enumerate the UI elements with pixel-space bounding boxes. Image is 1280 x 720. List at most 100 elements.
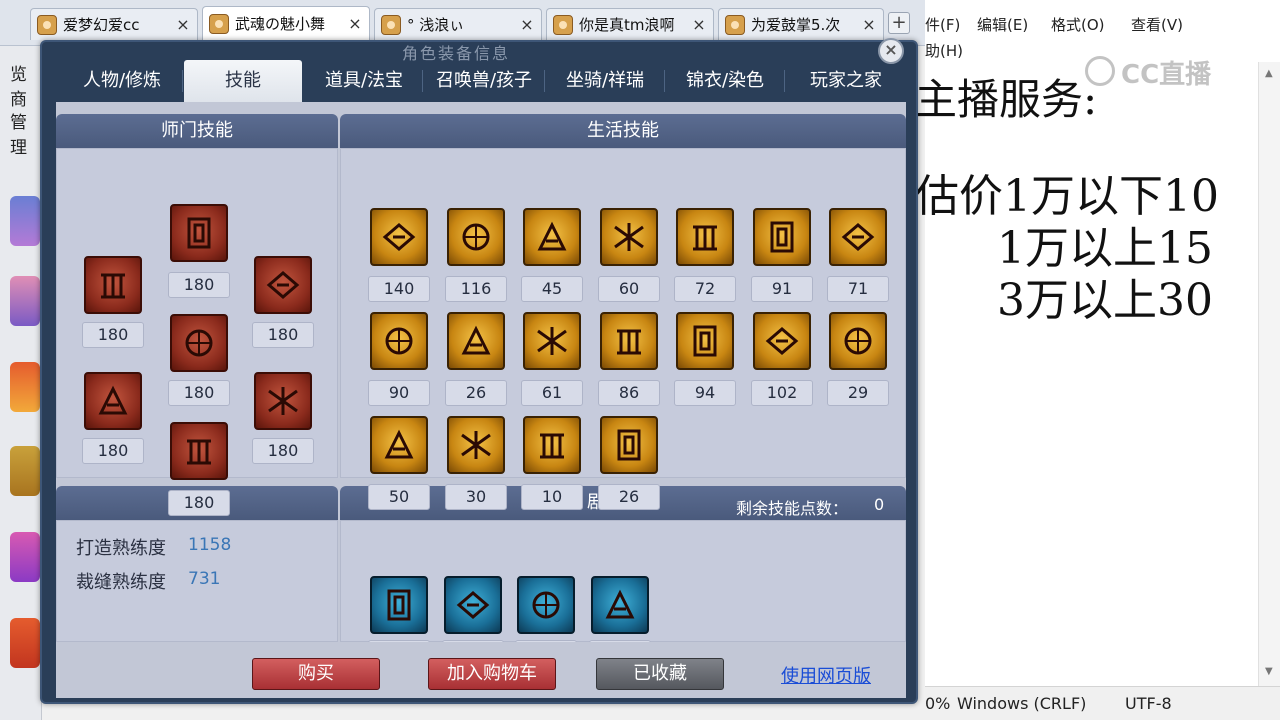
tab-items[interactable]: 道具/法宝 bbox=[306, 60, 422, 102]
stream-watermark: CC直播 bbox=[1085, 52, 1245, 92]
skill-emblem-icon bbox=[770, 221, 794, 253]
life-skill-icon[interactable] bbox=[523, 208, 581, 266]
menu-format[interactable]: 格式(O) bbox=[1051, 14, 1105, 35]
avatar[interactable] bbox=[10, 196, 40, 246]
browser-tab-label: 武魂の魅小舞 bbox=[235, 15, 326, 33]
tab-separator bbox=[664, 70, 665, 92]
skill-emblem-icon bbox=[101, 273, 125, 299]
story-skill-icon[interactable] bbox=[370, 576, 428, 634]
skill-emblem-icon bbox=[456, 591, 490, 619]
tab-pets[interactable]: 召唤兽/孩子 bbox=[424, 60, 544, 102]
browser-tab-5[interactable]: 为爱鼓掌5.次 × bbox=[718, 8, 884, 40]
life-skill-value: 61 bbox=[521, 380, 583, 406]
life-skill-icon[interactable] bbox=[523, 416, 581, 474]
life-skill-value: 90 bbox=[368, 380, 430, 406]
web-version-link[interactable]: 使用网页版 bbox=[781, 662, 871, 688]
dialog-footer: 购买 加入购物车 已收藏 使用网页版 bbox=[56, 642, 906, 698]
skill-emblem-icon bbox=[537, 327, 567, 355]
menu-file[interactable]: 件(F) bbox=[925, 14, 960, 35]
skill-emblem-icon bbox=[532, 591, 560, 619]
encoding: UTF-8 bbox=[1125, 694, 1172, 713]
new-tab-button[interactable]: + bbox=[888, 12, 910, 34]
close-icon[interactable]: × bbox=[175, 15, 191, 34]
life-skill-value: 45 bbox=[521, 276, 583, 302]
buy-button[interactable]: 购买 bbox=[252, 658, 380, 690]
life-skill-icon[interactable] bbox=[600, 416, 658, 474]
life-skill-icon[interactable] bbox=[447, 312, 505, 370]
browser-tab-2[interactable]: 武魂の魅小舞 × bbox=[202, 6, 370, 40]
school-skill-icon[interactable] bbox=[84, 256, 142, 314]
life-skill-icon[interactable] bbox=[829, 208, 887, 266]
school-skill-icon[interactable] bbox=[170, 422, 228, 480]
story-skill-icon[interactable] bbox=[517, 576, 575, 634]
life-skill-value: 140 bbox=[368, 276, 430, 302]
browser-tab-1[interactable]: 爱梦幻爱cc × bbox=[30, 8, 198, 40]
school-skill-icon[interactable] bbox=[170, 314, 228, 372]
life-skill-icon[interactable] bbox=[370, 208, 428, 266]
life-skill-value: 26 bbox=[598, 484, 660, 510]
avatar[interactable] bbox=[10, 276, 40, 326]
zoom-level: 0% bbox=[925, 694, 951, 713]
life-skill-icon[interactable] bbox=[523, 312, 581, 370]
skill-emblem-icon bbox=[605, 589, 635, 619]
school-skill-icon[interactable] bbox=[170, 204, 228, 262]
tab-mounts[interactable]: 坐骑/祥瑞 bbox=[546, 60, 664, 102]
school-skill-icon[interactable] bbox=[254, 372, 312, 430]
scroll-down-icon[interactable]: ▼ bbox=[1265, 666, 1273, 677]
life-skill-icon[interactable] bbox=[600, 312, 658, 370]
tab-separator bbox=[544, 70, 545, 92]
character-avatar-icon bbox=[381, 14, 401, 35]
scroll-up-icon[interactable]: ▲ bbox=[1265, 68, 1273, 79]
life-skill-icon[interactable] bbox=[829, 312, 887, 370]
background-app-strip: 览商 管理 bbox=[0, 46, 42, 720]
skill-emblem-icon bbox=[617, 429, 641, 461]
browser-tab-4[interactable]: 你是真tm浪啊 × bbox=[546, 8, 714, 40]
life-skill-icon[interactable] bbox=[753, 208, 811, 266]
story-skill-icon[interactable] bbox=[591, 576, 649, 634]
skill-emblem-icon bbox=[693, 225, 717, 251]
life-skill-value: 86 bbox=[598, 380, 660, 406]
character-avatar-icon bbox=[725, 14, 745, 35]
life-skill-icon[interactable] bbox=[753, 312, 811, 370]
school-skill-icon[interactable] bbox=[84, 372, 142, 430]
menu-edit[interactable]: 编辑(E) bbox=[977, 14, 1028, 35]
close-icon[interactable]: × bbox=[691, 15, 707, 34]
school-skill-icon[interactable] bbox=[254, 256, 312, 314]
life-skill-icon[interactable] bbox=[676, 312, 734, 370]
vertical-scrollbar[interactable]: ▲ ▼ bbox=[1258, 62, 1280, 686]
avatar[interactable] bbox=[10, 446, 40, 496]
life-skill-icon[interactable] bbox=[370, 416, 428, 474]
close-icon[interactable]: × bbox=[347, 14, 363, 33]
character-avatar-icon bbox=[209, 13, 229, 34]
menu-view[interactable]: 查看(V) bbox=[1131, 14, 1183, 35]
life-skill-icon[interactable] bbox=[447, 208, 505, 266]
tab-character[interactable]: 人物/修炼 bbox=[64, 60, 180, 102]
story-skill-icon[interactable] bbox=[444, 576, 502, 634]
browser-tab-3[interactable]: ° 浅浪ぃ × bbox=[374, 8, 542, 40]
tab-home[interactable]: 玩家之家 bbox=[786, 60, 906, 102]
skill-emblem-icon bbox=[187, 439, 211, 465]
skill-emblem-icon bbox=[461, 325, 491, 355]
character-avatar-icon bbox=[553, 14, 573, 35]
favorited-button[interactable]: 已收藏 bbox=[596, 658, 724, 690]
life-skill-icon[interactable] bbox=[370, 312, 428, 370]
menu-help[interactable]: 助(H) bbox=[925, 40, 963, 61]
life-skill-icon[interactable] bbox=[447, 416, 505, 474]
life-skill-icon[interactable] bbox=[600, 208, 658, 266]
close-icon[interactable]: × bbox=[519, 15, 535, 34]
tailoring-value: 731 bbox=[188, 569, 221, 589]
close-icon[interactable]: × bbox=[861, 15, 877, 34]
life-skills-header: 生活技能 bbox=[340, 114, 906, 148]
skill-emblem-icon bbox=[382, 223, 416, 251]
browser-tab-label: ° 浅浪ぃ bbox=[407, 16, 465, 34]
remaining-points-value: 0 bbox=[874, 495, 885, 514]
avatar[interactable] bbox=[10, 532, 40, 582]
avatar[interactable] bbox=[10, 618, 40, 668]
tab-skills[interactable]: 技能 bbox=[184, 60, 302, 102]
add-to-cart-button[interactable]: 加入购物车 bbox=[428, 658, 556, 690]
skill-emblem-icon bbox=[617, 329, 641, 355]
line-ending: Windows (CRLF) bbox=[957, 694, 1087, 713]
tab-outfits[interactable]: 锦衣/染色 bbox=[666, 60, 784, 102]
life-skill-icon[interactable] bbox=[676, 208, 734, 266]
avatar[interactable] bbox=[10, 362, 40, 412]
